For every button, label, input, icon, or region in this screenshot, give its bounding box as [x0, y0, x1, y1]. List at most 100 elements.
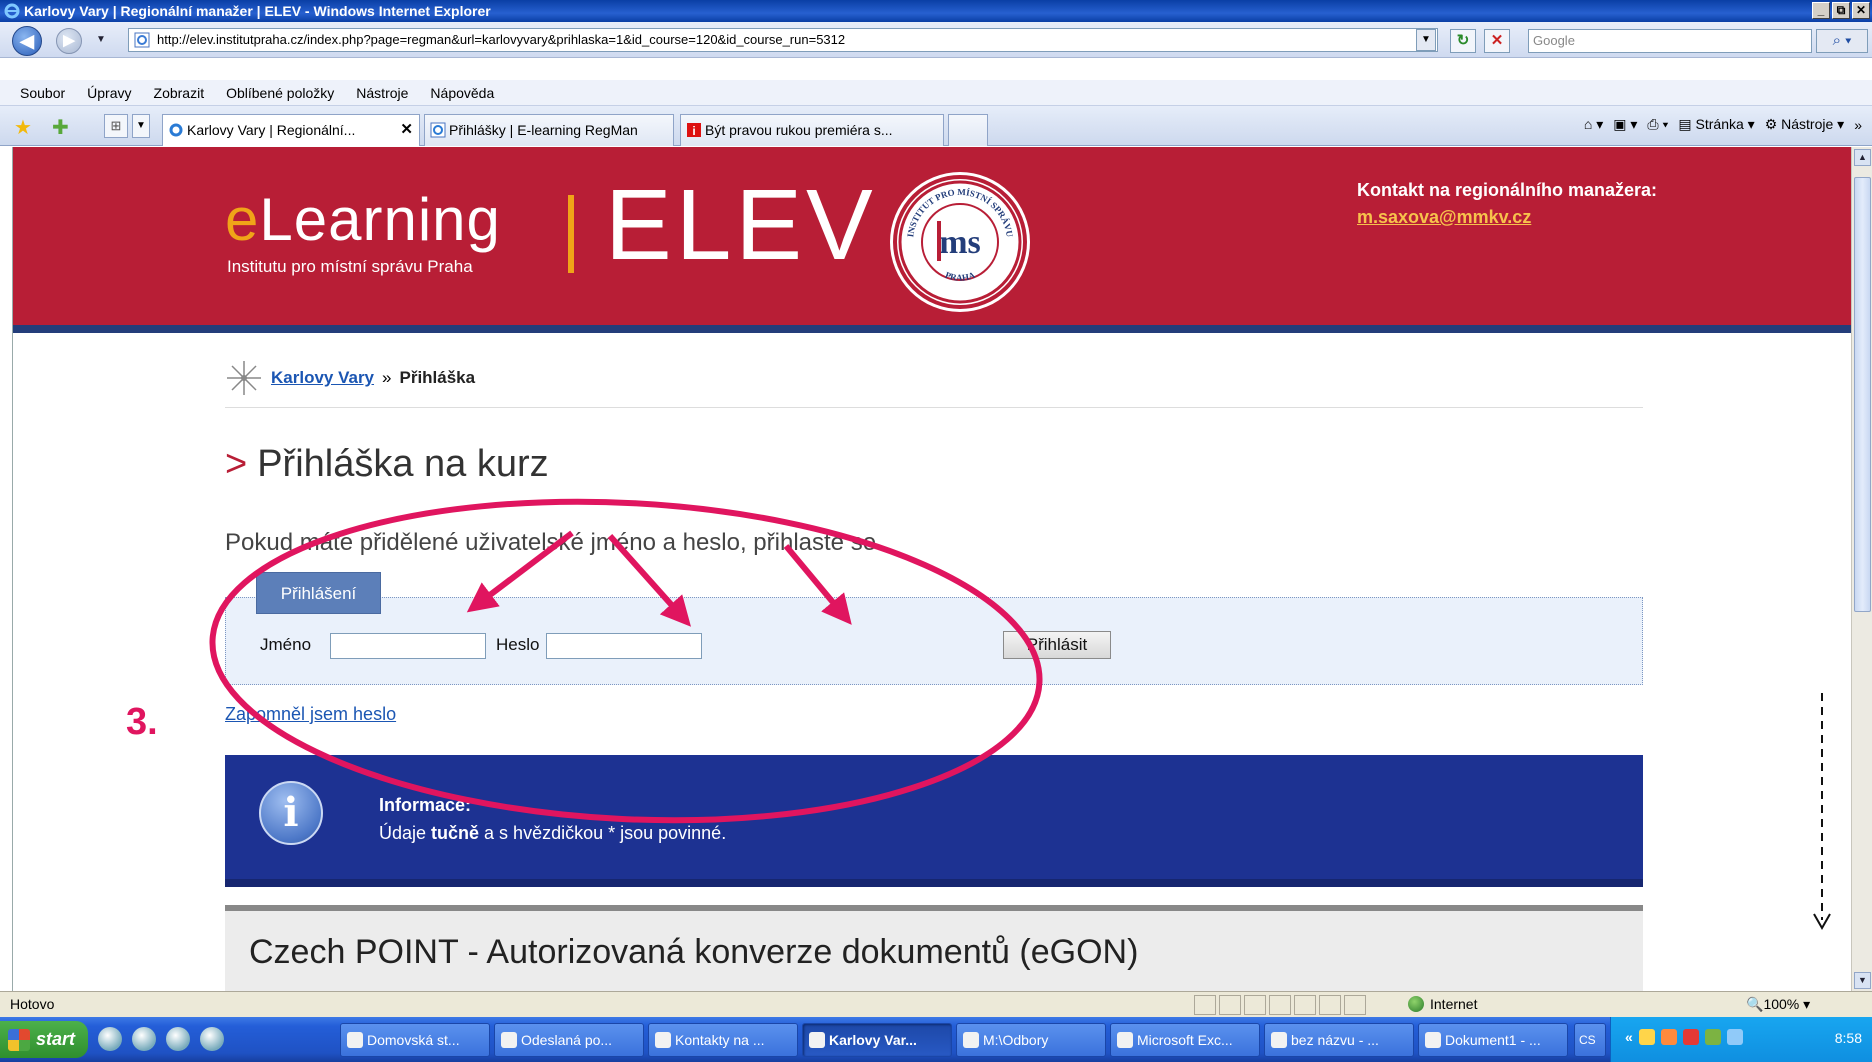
new-tab-button[interactable] [948, 114, 988, 146]
taskbar-button[interactable]: Dokument1 - ... [1418, 1023, 1568, 1057]
feeds-icon[interactable]: ▣ ▾ [1613, 116, 1637, 133]
menu-tools[interactable]: Nástroje [356, 80, 408, 105]
quick-tabs-icon[interactable]: ⊞ [104, 114, 128, 138]
window-titlebar: Karlovy Vary | Regionální manažer | ELEV… [0, 0, 1872, 22]
minimize-button[interactable]: _ [1812, 2, 1830, 19]
update-tray-icon[interactable] [1660, 1029, 1677, 1045]
print-icon[interactable]: ⎙ ▾ [1647, 116, 1668, 133]
address-toolbar: ◀ ▶ ▼ http://elev.institutpraha.cz/index… [0, 22, 1872, 58]
forward-button[interactable]: ▶ [56, 28, 82, 54]
taskbar-button[interactable]: Microsoft Exc... [1110, 1023, 1260, 1057]
status-cell [1244, 995, 1266, 1015]
back-button[interactable]: ◀ [12, 26, 42, 56]
info-box: i Informace: Údaje tučně a s hvězdičkou … [225, 755, 1643, 887]
vertical-scrollbar[interactable]: ▲ ▼ [1851, 147, 1872, 991]
taskbar-button[interactable]: bez názvu - ... [1264, 1023, 1414, 1057]
login-form: Jméno Heslo Přihlásit [225, 597, 1643, 685]
taskbar-button[interactable]: Domovská st... [340, 1023, 490, 1057]
security-zone[interactable]: Internet [1408, 992, 1477, 1016]
outlook-icon[interactable] [98, 1027, 122, 1051]
breadcrumb-separator: » [382, 368, 392, 387]
ie-icon[interactable] [132, 1027, 156, 1051]
breadcrumb-link-karlovy-vary[interactable]: Karlovy Vary [271, 368, 374, 388]
tab-label: Přihlášky | E-learning RegMan [449, 122, 638, 138]
contact-label: Kontakt na regionálního manažera: [1357, 180, 1658, 200]
login-hint: Pokud máte přidělené uživatelské jméno a… [225, 529, 883, 556]
tools-menu[interactable]: ⚙ Nástroje ▾ [1765, 116, 1845, 133]
favorites-star-icon[interactable]: ★ [14, 115, 32, 140]
password-input[interactable] [546, 633, 702, 659]
outlook-icon [501, 1032, 517, 1048]
zoom-control[interactable]: 🔍100% ▾ [1746, 992, 1810, 1016]
username-input[interactable] [330, 633, 486, 659]
address-input[interactable]: http://elev.institutpraha.cz/index.php?p… [128, 28, 1438, 52]
toolbar-overflow-icon[interactable]: » [1854, 117, 1862, 133]
site-header: eLearning Institutu pro místní správu Pr… [13, 147, 1851, 333]
browser-tab[interactable]: Přihlášky | E-learning RegMan [424, 114, 674, 146]
taskbar-button[interactable]: Odeslaná po... [494, 1023, 644, 1057]
volume-tray-icon[interactable] [1726, 1029, 1743, 1045]
taskbar-button-label: M:\Odbory [983, 1032, 1049, 1048]
tab-list-dropdown[interactable]: ▼ [132, 114, 150, 138]
scroll-up-arrow-icon[interactable]: ▲ [1854, 149, 1871, 166]
taskbar-button[interactable]: Kontakty na ... [648, 1023, 798, 1057]
status-cells [1194, 995, 1366, 1015]
history-dropdown-icon[interactable]: ▼ [96, 34, 106, 45]
divider [225, 407, 1643, 408]
contact-email-link[interactable]: m.saxova@mmkv.cz [1357, 207, 1531, 227]
logo-e-letter: e [225, 186, 260, 253]
restore-button[interactable]: ⧉ [1832, 2, 1850, 19]
home-icon[interactable]: ⌂ ▾ [1584, 116, 1603, 133]
stop-button[interactable]: ✕ [1484, 29, 1510, 53]
folder-icon [963, 1032, 979, 1048]
info-text-bold: tučně [431, 823, 480, 843]
elearning-logo[interactable]: eLearning [225, 185, 501, 254]
page-icon [134, 32, 150, 48]
password-label: Heslo [496, 635, 540, 654]
media-player-icon[interactable] [166, 1027, 190, 1051]
search-icon[interactable]: ⌕ ▾ [1816, 29, 1868, 53]
taskbar-button-label: bez názvu - ... [1291, 1032, 1379, 1048]
language-indicator[interactable]: CS [1574, 1023, 1606, 1057]
menu-view[interactable]: Zobrazit [154, 80, 205, 105]
compass-star-icon [227, 361, 261, 395]
scroll-down-arrow-icon[interactable]: ▼ [1854, 972, 1871, 989]
mail-tray-icon[interactable] [1638, 1029, 1655, 1045]
menu-file[interactable]: Soubor [20, 80, 65, 105]
ie-icon [347, 1032, 363, 1048]
menu-edit[interactable]: Úpravy [87, 80, 131, 105]
taskbar-button[interactable]: M:\Odbory [956, 1023, 1106, 1057]
search-input[interactable]: Google [1528, 29, 1812, 53]
refresh-button[interactable]: ↻ [1450, 29, 1476, 53]
page-viewport: eLearning Institutu pro místní správu Pr… [12, 147, 1851, 991]
taskbar-button-active[interactable]: Karlovy Var... [802, 1023, 952, 1057]
language-label: CS [1579, 1033, 1596, 1047]
browser-icon[interactable] [200, 1027, 224, 1051]
close-window-button[interactable]: ✕ [1852, 2, 1870, 19]
page-menu[interactable]: ▤ Stránka ▾ [1678, 116, 1754, 133]
status-cell [1319, 995, 1341, 1015]
login-button[interactable]: Přihlásit [1003, 631, 1111, 659]
scroll-thumb[interactable] [1854, 177, 1871, 612]
menu-favorites[interactable]: Oblíbené položky [226, 80, 334, 105]
tray-expand-icon[interactable]: « [1625, 1029, 1633, 1045]
start-button[interactable]: start [0, 1021, 88, 1058]
tab-login[interactable]: Přihlášení [256, 572, 381, 614]
course-title: Czech POINT - Autorizovaná konverze doku… [249, 933, 1139, 971]
logo-separator [568, 195, 574, 273]
info-icon: i [259, 781, 323, 845]
course-section: Czech POINT - Autorizovaná konverze doku… [225, 905, 1643, 991]
tab-bar: ★ ✚ ⊞ ▼ Karlovy Vary | Regionální... ✕ P… [0, 106, 1872, 146]
ie-page-icon [430, 122, 446, 138]
security-tray-icon[interactable] [1682, 1029, 1699, 1045]
menu-help[interactable]: Nápověda [430, 80, 494, 105]
address-dropdown-button[interactable]: ▼ [1416, 29, 1436, 51]
info-text: Údaje tučně a s hvězdičkou * jsou povinn… [379, 823, 726, 844]
forgot-password-link[interactable]: Zapomněl jsem heslo [225, 704, 396, 725]
browser-tab[interactable]: i Být pravou rukou premiéra s... [680, 114, 944, 146]
zone-label: Internet [1430, 996, 1478, 1012]
network-tray-icon[interactable] [1704, 1029, 1721, 1045]
close-tab-icon[interactable]: ✕ [400, 115, 413, 145]
browser-tab-active[interactable]: Karlovy Vary | Regionální... ✕ [162, 114, 420, 146]
add-favorites-icon[interactable]: ✚ [52, 115, 69, 140]
